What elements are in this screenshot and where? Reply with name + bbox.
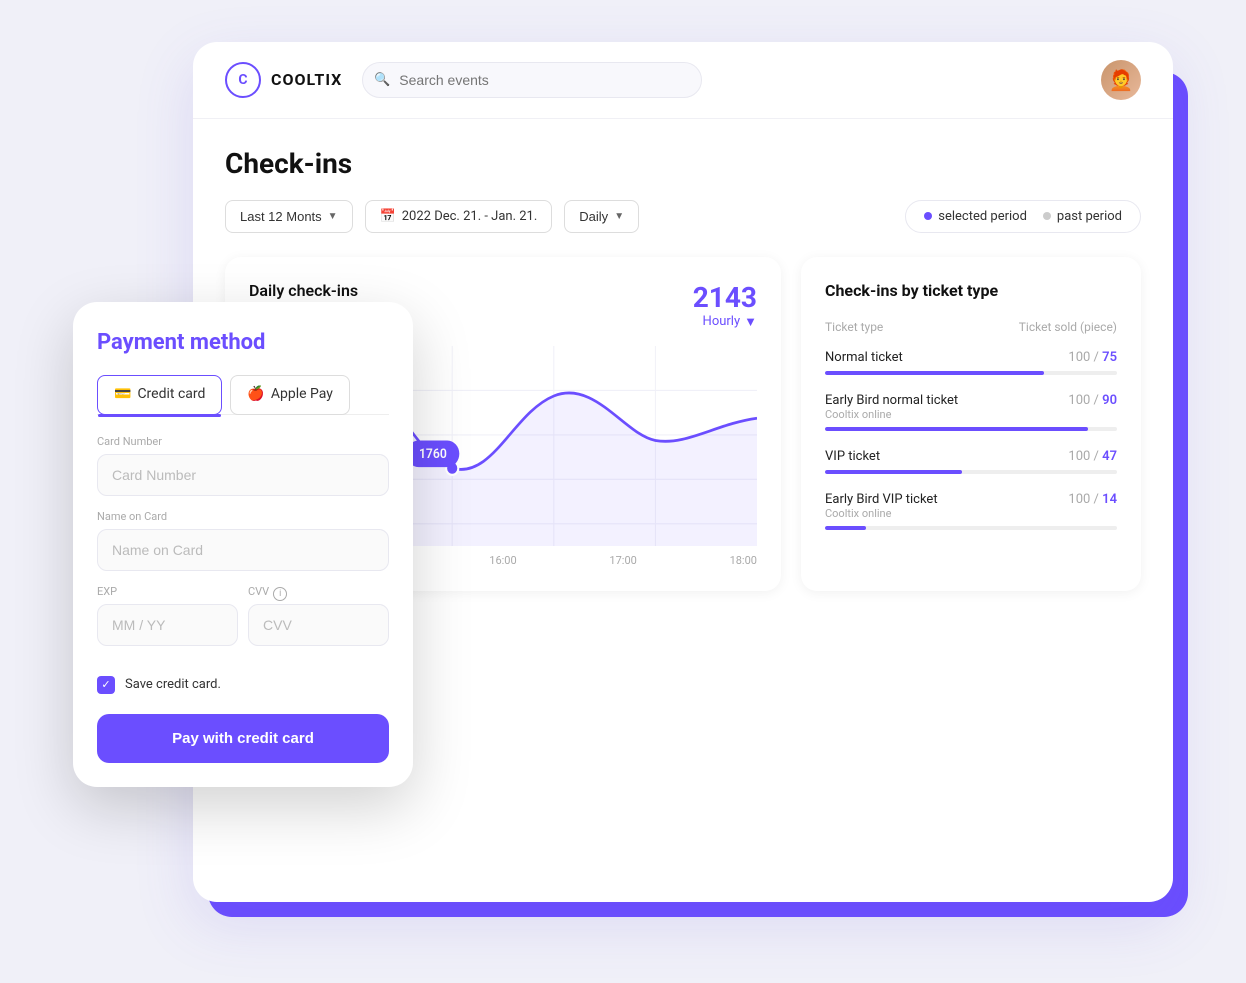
avatar-image: 🧑‍🦰 xyxy=(1109,68,1134,92)
ticket-col-headers: Ticket type Ticket sold (piece) xyxy=(825,320,1117,334)
card-number-input[interactable] xyxy=(97,454,389,496)
name-on-card-label: Name on Card xyxy=(97,510,389,523)
name-on-card-group: Name on Card xyxy=(97,510,389,571)
date-filter: 📅 2022 Dec. 21. - Jan. 21. xyxy=(365,200,553,233)
header: C COOLTIX 🔍 🧑‍🦰 xyxy=(193,42,1173,119)
payment-modal: Payment method 💳 Credit card 🍎 Apple Pay… xyxy=(73,302,413,787)
ticket-card: Check-ins by ticket type Ticket type Tic… xyxy=(801,257,1141,591)
info-icon: i xyxy=(273,587,287,601)
save-card-row: ✓ Save credit card. xyxy=(97,676,389,694)
ticket-row: VIP ticket 100 / 47 xyxy=(825,449,1117,474)
save-card-checkbox[interactable]: ✓ xyxy=(97,676,115,694)
payment-title: Payment method xyxy=(97,330,389,355)
ticket-row: Normal ticket 100 / 75 xyxy=(825,350,1117,375)
ticket-card-title: Check-ins by ticket type xyxy=(825,281,1117,300)
pay-button[interactable]: Pay with credit card xyxy=(97,714,389,763)
calendar-icon: 📅 xyxy=(380,209,396,224)
legend: selected period past period xyxy=(905,200,1141,233)
exp-label: EXP xyxy=(97,585,238,598)
logo: C COOLTIX xyxy=(225,62,342,98)
ticket-row: Early Bird normal ticket Cooltix online … xyxy=(825,393,1117,431)
cvv-input[interactable] xyxy=(248,604,389,646)
search-icon: 🔍 xyxy=(374,72,390,87)
chart-title: Daily check-ins xyxy=(249,281,358,300)
name-on-card-input[interactable] xyxy=(97,529,389,571)
progress-bar xyxy=(825,371,1117,375)
progress-bar xyxy=(825,470,1117,474)
chevron-down-icon: ▼ xyxy=(614,211,624,222)
page-title: Check-ins xyxy=(225,147,1141,180)
apple-icon: 🍎 xyxy=(247,386,264,402)
logo-icon: C xyxy=(225,62,261,98)
frequency-filter[interactable]: Daily ▼ xyxy=(564,200,639,233)
logo-text: COOLTIX xyxy=(271,70,342,89)
hourly-selector[interactable]: Hourly ▼ xyxy=(693,314,757,330)
progress-bar xyxy=(825,427,1117,431)
exp-group: EXP xyxy=(97,585,238,646)
exp-input[interactable] xyxy=(97,604,238,646)
save-card-label: Save credit card. xyxy=(125,677,221,692)
chevron-down-icon: ▼ xyxy=(744,314,757,330)
ticket-row: Early Bird VIP ticket Cooltix online 100… xyxy=(825,492,1117,530)
progress-bar xyxy=(825,526,1117,530)
chevron-down-icon: ▼ xyxy=(328,211,338,222)
tab-credit-card[interactable]: 💳 Credit card xyxy=(97,375,222,415)
exp-cvv-row: EXP CVV i xyxy=(97,585,389,660)
scene: C COOLTIX 🔍 🧑‍🦰 Check-ins Last 12 Monts … xyxy=(73,42,1173,942)
past-period-dot xyxy=(1043,212,1051,220)
tab-apple-pay[interactable]: 🍎 Apple Pay xyxy=(230,375,350,415)
payment-tabs: 💳 Credit card 🍎 Apple Pay xyxy=(97,375,389,415)
cvv-group: CVV i xyxy=(248,585,389,646)
chart-value-wrap: 2143 Hourly ▼ xyxy=(693,281,757,330)
cvv-label: CVV xyxy=(248,585,269,598)
filters-row: Last 12 Monts ▼ 📅 2022 Dec. 21. - Jan. 2… xyxy=(225,200,1141,233)
period-filter[interactable]: Last 12 Monts ▼ xyxy=(225,200,353,233)
selected-period-dot xyxy=(924,212,932,220)
chart-value: 2143 xyxy=(693,281,757,314)
svg-text:1760: 1760 xyxy=(419,446,447,462)
legend-selected: selected period xyxy=(924,209,1027,224)
avatar[interactable]: 🧑‍🦰 xyxy=(1101,60,1141,100)
search-input[interactable] xyxy=(362,62,702,98)
card-number-group: Card Number xyxy=(97,435,389,496)
card-number-label: Card Number xyxy=(97,435,389,448)
credit-card-icon: 💳 xyxy=(114,386,131,402)
legend-past: past period xyxy=(1043,209,1122,224)
search-bar[interactable]: 🔍 xyxy=(362,62,702,98)
